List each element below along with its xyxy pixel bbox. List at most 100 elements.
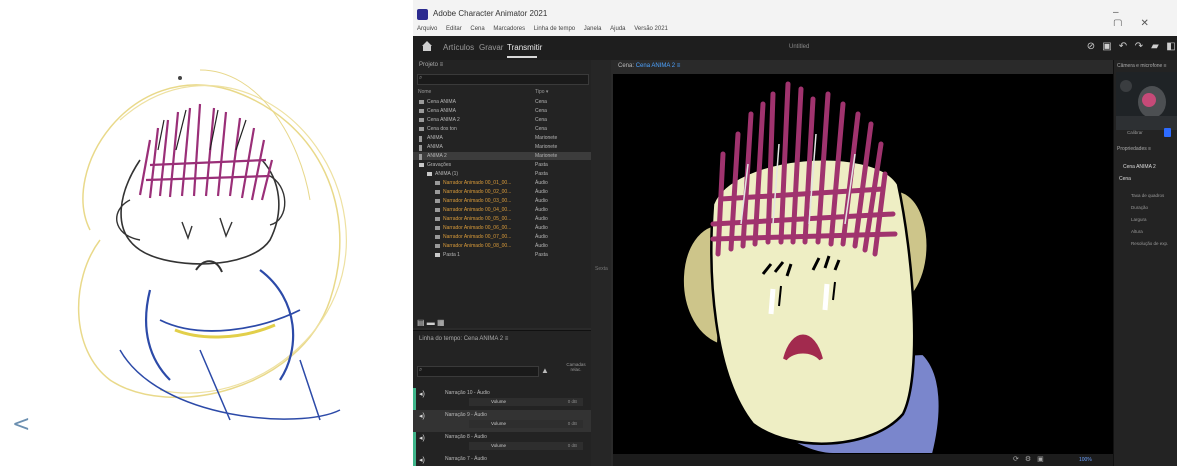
speaker-icon[interactable]: ◂): [419, 434, 425, 442]
timeline-title: Linha do tempo: Cena ANIMA 2 ≡: [419, 336, 509, 342]
redo-icon[interactable]: ↷: [1133, 41, 1145, 53]
audio-icon: [435, 181, 440, 185]
project-row-audio[interactable]: Narrador Animado 00_06_00... Áudio: [413, 224, 591, 232]
volume-slider[interactable]: Volume 0 dB: [469, 420, 583, 428]
project-row-audio[interactable]: Narrador Animado 00_01_00... Áudio: [413, 179, 591, 187]
properties-title: Propriedades ≡: [1117, 146, 1152, 152]
menu-edit[interactable]: Editar: [446, 26, 462, 32]
sort-icon[interactable]: ▲: [541, 366, 549, 375]
camera-icon[interactable]: ⟳: [1013, 456, 1025, 463]
timeline-row-selected[interactable]: ◂) Narração 9 - Áudio Volume 0 dB: [413, 410, 591, 432]
search-icon: ⌕: [419, 75, 423, 81]
import-icon[interactable]: ▦: [437, 318, 445, 327]
column-type[interactable]: Tipo ▾: [535, 89, 548, 95]
project-row-audio[interactable]: Narrador Animado 00_03_00... Áudio: [413, 197, 591, 205]
scene-icon: [419, 127, 424, 131]
camera-toggle-button[interactable]: [1164, 128, 1171, 137]
menu-file[interactable]: Arquivo: [417, 26, 437, 32]
right-tear: [822, 283, 830, 311]
project-row-selected[interactable]: ANIMA 2 Marionete: [413, 152, 591, 160]
project-row-audio[interactable]: Narrador Animado 00_04_00... Áudio: [413, 206, 591, 214]
fit-icon[interactable]: ▣: [1037, 456, 1050, 463]
folder-icon: [419, 163, 424, 167]
prop-duration: Duração: [1131, 205, 1149, 210]
project-row[interactable]: ANIMA Marionete: [413, 143, 591, 151]
scene-title-link[interactable]: Cena ANIMA 2 ≡: [636, 63, 681, 69]
menu-scene[interactable]: Cena: [470, 26, 484, 32]
scene-footer-icons: ⟳⚙▣: [1013, 455, 1050, 463]
camera-panel-title: Câmera e microfone ≡: [1117, 63, 1167, 69]
project-search-input[interactable]: [417, 74, 589, 85]
puppet-icon: [419, 145, 422, 151]
menu-timeline[interactable]: Linha de tempo: [534, 26, 575, 32]
timeline-row[interactable]: ◂) Narração 7 - Áudio: [413, 454, 591, 466]
back-chevron-icon[interactable]: <: [12, 412, 30, 437]
comment-icon[interactable]: ▰: [1149, 41, 1161, 53]
camera-preview: [1116, 72, 1177, 130]
tab-record[interactable]: Gravar: [479, 43, 503, 52]
child-drawing: [77, 69, 347, 421]
timeline-row[interactable]: ◂) Narração 8 - Áudio Volume 0 dB: [413, 432, 591, 454]
audio-icon: [435, 226, 440, 230]
undo-icon[interactable]: ↶: [1117, 41, 1129, 53]
prop-export-resolution: Resolução de exp.: [1131, 241, 1169, 246]
properties-section[interactable]: Cena: [1119, 176, 1131, 182]
tab-stream[interactable]: Transmitir: [507, 43, 542, 52]
minimize-icon[interactable]: –: [1113, 7, 1137, 18]
home-icon[interactable]: [421, 40, 433, 52]
project-row[interactable]: Cena ANIMA Cena: [413, 98, 591, 106]
menu-bar: Arquivo Editar Cena Marcadores Linha de …: [413, 26, 1177, 36]
menu-version[interactable]: Versão 2021: [634, 26, 668, 32]
frame-icon[interactable]: ▣: [1101, 41, 1113, 53]
document-name: Untitled: [789, 44, 810, 50]
speaker-icon[interactable]: ◂): [419, 456, 425, 464]
folder-icon: [435, 253, 440, 257]
tab-articles[interactable]: Artículos: [443, 43, 474, 52]
new-folder-icon[interactable]: ▬: [427, 318, 435, 327]
volume-slider[interactable]: Volume 0 dB: [469, 398, 583, 406]
project-row[interactable]: Cena ANIMA Cena: [413, 107, 591, 115]
speaker-icon[interactable]: ◂): [419, 390, 425, 398]
column-name[interactable]: Nome: [418, 89, 431, 95]
project-row-audio[interactable]: Narrador Animado 00_02_00... Áudio: [413, 188, 591, 196]
collapsed-panel-label: Sexta: [595, 266, 608, 272]
project-row[interactable]: Pasta 1 Pasta: [413, 251, 591, 259]
app-title: Adobe Character Animator 2021: [433, 9, 548, 18]
menu-help[interactable]: Ajuda: [610, 26, 625, 32]
left-tear: [768, 288, 776, 315]
scene-title: Cena: Cena ANIMA 2 ≡: [618, 63, 681, 69]
project-row[interactable]: Gravações Pasta: [413, 161, 591, 169]
project-row[interactable]: Cena dos ton Cena: [413, 125, 591, 133]
app-logo-icon: [417, 9, 428, 20]
zoom-level[interactable]: 100%: [1079, 457, 1092, 463]
audio-icon: [435, 217, 440, 221]
project-row[interactable]: ANIMA Marionete: [413, 134, 591, 142]
volume-slider[interactable]: Volume 0 dB: [469, 442, 583, 450]
puppet-icon: [419, 136, 422, 142]
project-row[interactable]: ANIMA (1) Pasta: [413, 170, 591, 178]
project-row-audio[interactable]: Narrador Animado 00_07_00... Áudio: [413, 233, 591, 241]
share-icon[interactable]: ◧: [1165, 41, 1177, 53]
properties-scene-name: Cena ANIMA 2: [1123, 164, 1156, 170]
sort-label[interactable]: Camadas relac.: [563, 362, 589, 372]
timeline-row[interactable]: ◂) Narração 10 - Áudio Volume 0 dB: [413, 388, 591, 410]
menu-window[interactable]: Janela: [584, 26, 602, 32]
collapsed-panel[interactable]: [591, 60, 611, 466]
settings-icon[interactable]: ⚙: [1025, 456, 1037, 463]
scene-icon: [419, 100, 424, 104]
speaker-icon[interactable]: ◂): [419, 412, 425, 420]
timeline-search-input[interactable]: [417, 366, 539, 377]
mute-icon[interactable]: ⊘: [1085, 41, 1097, 53]
project-row-audio[interactable]: Narrador Animado 00_08_00... Áudio: [413, 242, 591, 250]
new-scene-icon[interactable]: ▤: [417, 318, 425, 327]
menu-markers[interactable]: Marcadores: [493, 26, 525, 32]
active-tab-indicator: [507, 56, 537, 58]
search-icon: ⌕: [419, 367, 423, 373]
project-row-audio[interactable]: Narrador Animado 00_05_00... Áudio: [413, 215, 591, 223]
puppet-icon: [419, 154, 422, 160]
project-row[interactable]: Cena ANIMA 2 Cena: [413, 116, 591, 124]
project-panel-title: Projeto ≡: [419, 62, 444, 68]
reference-drawing: <: [0, 0, 400, 466]
webcam-image: [1116, 72, 1177, 130]
scene-canvas[interactable]: [613, 74, 1113, 455]
